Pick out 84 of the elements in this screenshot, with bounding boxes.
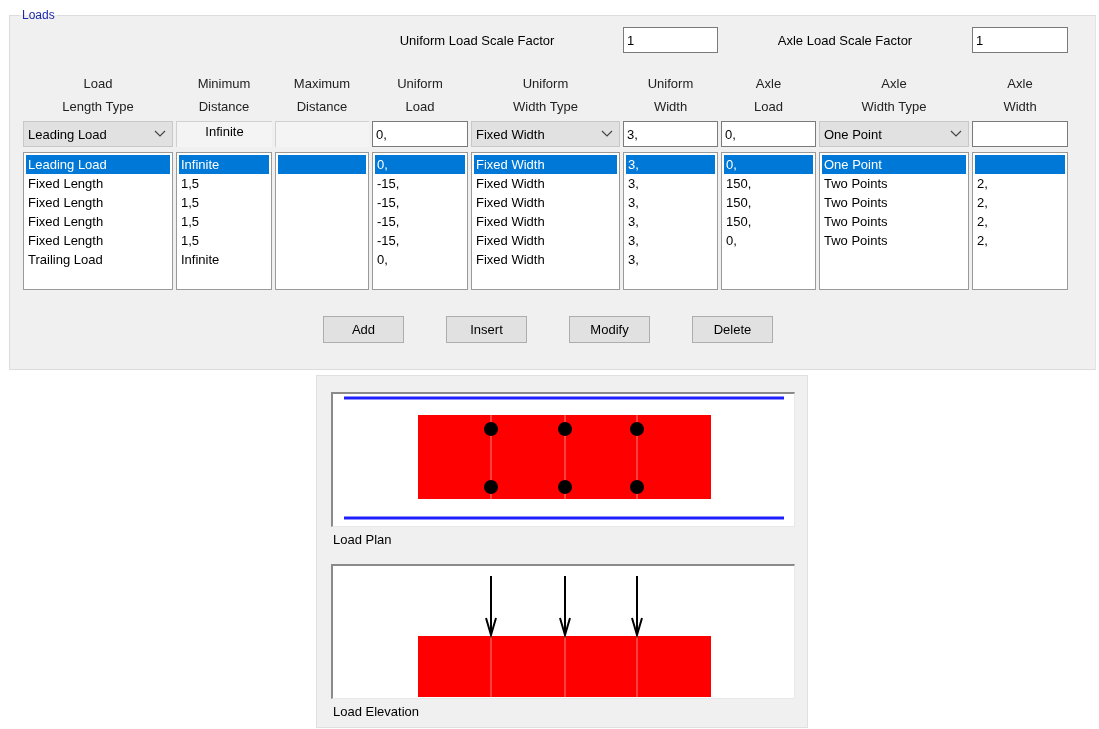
list-item[interactable]: 3, [626, 155, 715, 174]
list-item[interactable]: 1,5 [179, 212, 269, 231]
scale-factor-label: Uniform Load Scale Factor [398, 32, 556, 48]
action-button[interactable]: Delete [692, 316, 773, 343]
column-header: Axle Width Type [860, 75, 928, 116]
list-item[interactable]: Trailing Load [26, 250, 170, 269]
view-caption: Load Plan [333, 531, 392, 549]
list-item[interactable]: 150, [724, 174, 813, 193]
list-item[interactable]: 150, [724, 212, 813, 231]
column-header: Minimum Distance [196, 75, 252, 116]
list-item[interactable]: Fixed Width [474, 174, 617, 193]
list-item[interactable]: -15, [375, 231, 465, 250]
column-header: Maximum Distance [292, 75, 352, 116]
list-item[interactable]: 2, [975, 212, 1065, 231]
list-box[interactable]: Infinite 1,5 1,5 1,5 1,5 Infinite [176, 152, 272, 290]
list-item[interactable]: Fixed Length [26, 193, 170, 212]
input-field[interactable]: 0, [721, 121, 816, 147]
action-button[interactable]: Modify [569, 316, 650, 343]
column-header: Axle Width [1002, 75, 1038, 116]
list-item[interactable]: Two Points [822, 212, 966, 231]
list-item[interactable]: 0, [375, 250, 465, 269]
list-box[interactable]: 2, 2, 2, 2, [972, 152, 1068, 290]
list-item[interactable]: One Point [822, 155, 966, 174]
list-box[interactable]: One Point Two Points Two Points Two Points Two Points [819, 152, 969, 290]
column-header: Axle Load [753, 75, 784, 116]
input-field[interactable]: 3, [623, 121, 718, 147]
list-item[interactable]: Two Points [822, 174, 966, 193]
chevron-down-icon [950, 130, 962, 138]
list-item[interactable]: 1,5 [179, 174, 269, 193]
list-item[interactable]: Infinite [179, 250, 269, 269]
dropdown[interactable]: Fixed Width [471, 121, 620, 147]
list-item[interactable]: 3, [626, 174, 715, 193]
list-item[interactable]: Fixed Width [474, 250, 617, 269]
list-item[interactable]: 3, [626, 212, 715, 231]
scale-factor-field[interactable]: 1 [623, 27, 718, 53]
list-item[interactable]: Infinite [179, 155, 269, 174]
list-item[interactable]: 0, [375, 155, 465, 174]
group-title: Loads [21, 9, 56, 21]
list-item[interactable]: 0, [724, 231, 813, 250]
list-box[interactable] [275, 152, 369, 290]
column-header: Uniform Width Type [512, 75, 579, 116]
list-item[interactable]: 1,5 [179, 193, 269, 212]
list-item[interactable]: Fixed Length [26, 174, 170, 193]
list-item[interactable]: Fixed Width [474, 155, 617, 174]
dropdown[interactable]: Leading Load [23, 121, 173, 147]
list-item[interactable]: Fixed Width [474, 193, 617, 212]
column-header: Uniform Width [646, 75, 695, 116]
list-item[interactable]: Fixed Length [26, 231, 170, 250]
list-box[interactable]: 0, -15, -15, -15, -15, 0, [372, 152, 468, 290]
list-item[interactable]: -15, [375, 212, 465, 231]
action-button[interactable]: Insert [446, 316, 527, 343]
list-box[interactable]: Leading Load Fixed Length Fixed Length Fixed Length Fixed Length Trailing Load [23, 152, 173, 290]
input-field[interactable] [972, 121, 1068, 147]
list-item[interactable]: 3, [626, 193, 715, 212]
list-item[interactable]: 3, [626, 231, 715, 250]
column-header: Load Length Type [61, 75, 135, 116]
list-item[interactable]: 150, [724, 193, 813, 212]
list-box[interactable]: 0, 150, 150, 150, 0, [721, 152, 816, 290]
action-button[interactable]: Add [323, 316, 404, 343]
dropdown[interactable]: One Point [819, 121, 969, 147]
list-item[interactable]: Fixed Width [474, 231, 617, 250]
list-item[interactable]: Fixed Length [26, 212, 170, 231]
list-item[interactable]: Two Points [822, 193, 966, 212]
view-caption: Load Elevation [333, 703, 419, 721]
list-item[interactable]: Fixed Width [474, 212, 617, 231]
column-header: Uniform Load [396, 75, 444, 116]
list-item[interactable]: Leading Load [26, 155, 170, 174]
list-box[interactable]: 3, 3, 3, 3, 3, 3, [623, 152, 718, 290]
list-item[interactable]: 0, [724, 155, 813, 174]
list-item[interactable]: 2, [975, 231, 1065, 250]
list-box[interactable]: Fixed Width Fixed Width Fixed Width Fixed Width Fixed Width Fixed Width [471, 152, 620, 290]
list-item[interactable]: 2, [975, 174, 1065, 193]
list-item[interactable]: -15, [375, 193, 465, 212]
list-item[interactable]: -15, [375, 174, 465, 193]
input-field[interactable]: 0, [372, 121, 468, 147]
list-item[interactable]: 2, [975, 193, 1065, 212]
chevron-down-icon [154, 130, 166, 138]
list-item[interactable]: Two Points [822, 231, 966, 250]
scale-factor-label: Axle Load Scale Factor [776, 32, 914, 48]
readonly-field: Infinite [176, 121, 272, 147]
list-item[interactable]: 1,5 [179, 231, 269, 250]
chevron-down-icon [601, 130, 613, 138]
list-item[interactable]: 3, [626, 250, 715, 269]
scale-factor-field[interactable]: 1 [972, 27, 1068, 53]
